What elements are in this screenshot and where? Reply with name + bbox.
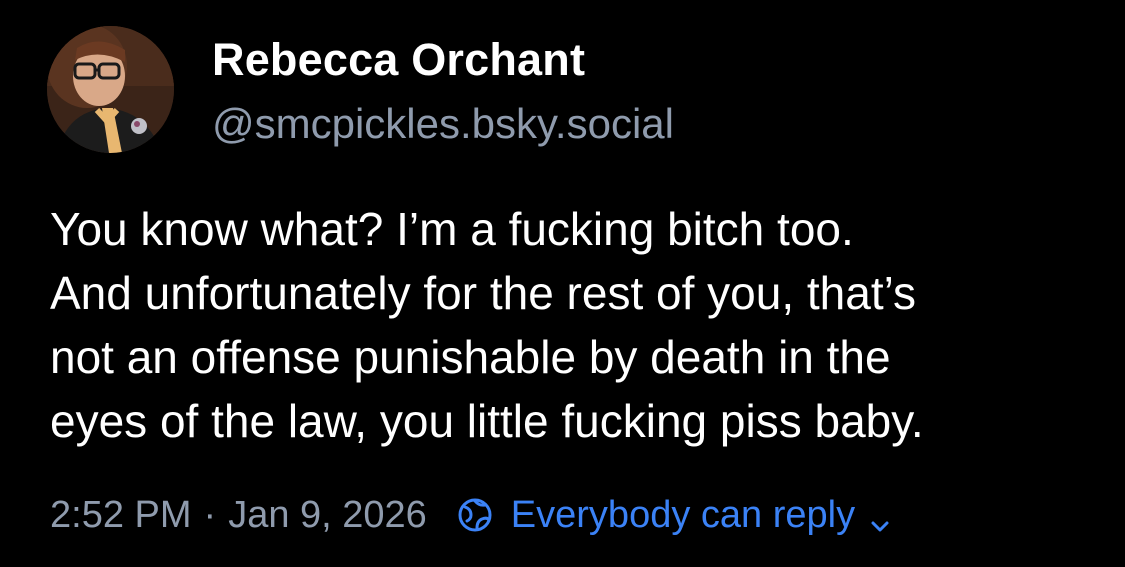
post-text-line: You know what? I’m a fucking bitch too. — [50, 203, 854, 255]
author-name[interactable]: Rebecca Orchant — [212, 34, 585, 86]
reply-settings-label: Everybody can reply — [510, 493, 856, 536]
post-time[interactable]: 2:52 PM — [50, 494, 192, 537]
reply-settings-button[interactable]: Everybody can reply — [457, 494, 891, 537]
post-text-line: eyes of the law, you little fucking piss… — [50, 395, 924, 447]
globe-icon — [457, 497, 493, 533]
meta-separator: · — [203, 493, 217, 536]
post-date[interactable]: Jan 9, 2026 — [228, 494, 427, 537]
avatar-photo — [47, 26, 174, 153]
post-text: You know what? I’m a fucking bitch too. … — [50, 197, 1100, 453]
chevron-down-icon — [869, 504, 891, 532]
author-handle[interactable]: @smcpickles.bsky.social — [212, 100, 674, 148]
post-card: Rebecca Orchant @smcpickles.bsky.social … — [0, 0, 1125, 567]
post-text-line: And unfortunately for the rest of you, t… — [50, 267, 917, 319]
post-meta: 2:52 PM · Jan 9, 2026 Everybody can repl… — [50, 490, 891, 540]
author-avatar[interactable] — [47, 26, 174, 153]
post-text-line: not an offense punishable by death in th… — [50, 331, 891, 383]
